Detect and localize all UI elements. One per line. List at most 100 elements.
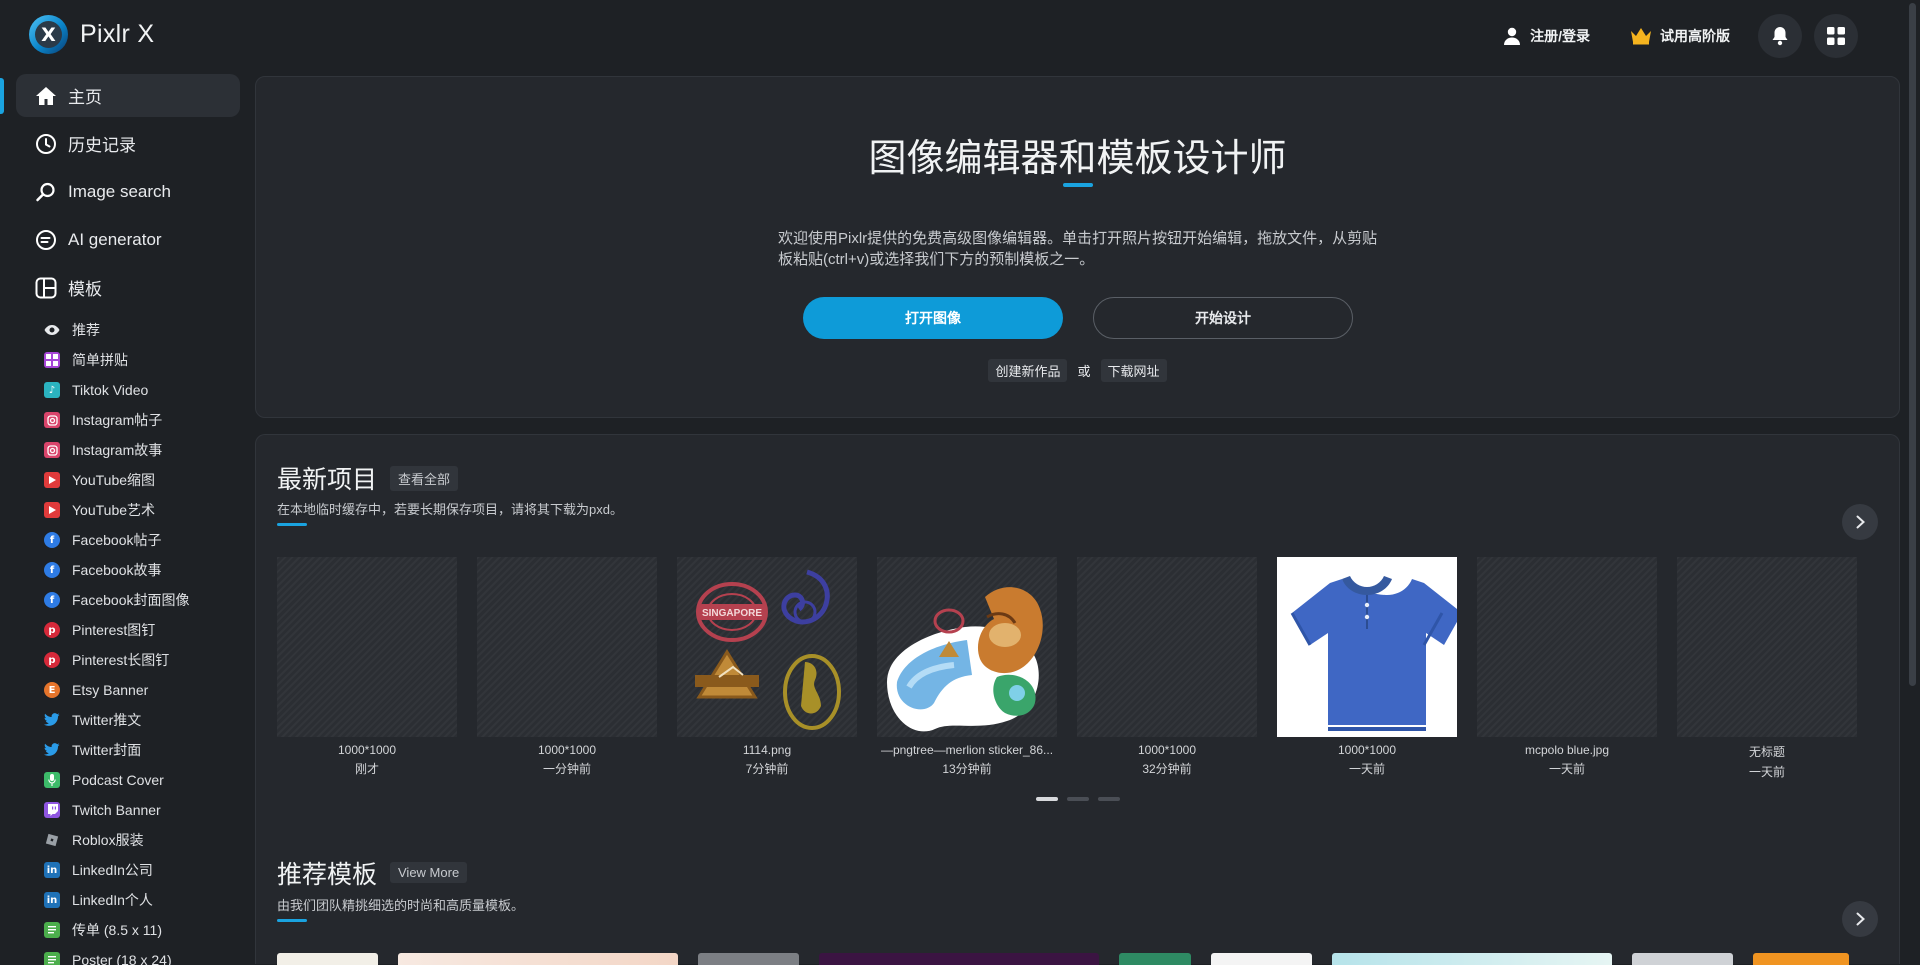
project-name: 1114.png [742,743,792,757]
template-item-twitch-banner[interactable]: Twitch Banner [44,795,244,825]
template-item-linkedin-personal[interactable]: in LinkedIn个人 [44,885,244,915]
template-item-pinterest-pin[interactable]: p Pinterest图钉 [44,615,244,645]
sidebar-item-label: Image search [68,181,171,201]
project-card[interactable]: 无标题 一天前 [1677,557,1857,780]
template-card[interactable] [1753,953,1849,965]
open-image-button[interactable]: 打开图像 [803,297,1063,339]
login-label: 注册/登录 [1530,28,1590,44]
carousel-dot[interactable] [1067,797,1089,801]
template-item-instagram-story[interactable]: Instagram故事 [44,435,244,465]
download-url-link[interactable]: 下载网址 [1100,359,1167,382]
project-thumbnail [1677,557,1857,737]
sidebar-item-home[interactable]: 主页 [16,74,240,117]
app-logo[interactable]: X Pixlr X [29,15,154,54]
login-button[interactable]: 注册/登录 [1502,26,1590,46]
hero-links: 创建新作品 或 下载网址 [256,359,1899,382]
project-time: 一天前 [1548,762,1585,776]
view-all-button[interactable]: 查看全部 [390,466,459,491]
carousel-dot[interactable] [1036,797,1058,801]
bell-icon [1772,27,1788,46]
recent-title-underline [277,523,307,526]
template-item-youtube-thumbnail[interactable]: YouTube缩图 [44,465,244,495]
instagram-icon [44,412,60,428]
scrollbar-thumb[interactable] [1909,3,1916,686]
template-item-label: YouTube艺术 [72,502,156,518]
template-item-label: Podcast Cover [72,772,164,788]
template-item-roblox-clothing[interactable]: Roblox服装 [44,825,244,855]
template-card[interactable] [1211,953,1312,965]
project-time: 一分钟前 [542,762,591,776]
template-card[interactable] [1332,953,1612,965]
recent-next-button[interactable] [1842,504,1878,540]
notifications-button[interactable] [1758,14,1802,58]
template-thumbnails [277,953,1849,965]
template-item-label: LinkedIn公司 [72,862,153,878]
template-item-label: Pinterest长图钉 [72,652,170,668]
sidebar-item-image-search[interactable]: Image search [16,170,240,213]
project-card[interactable]: SINGAPORE 1114.png 7分钟前 [677,557,857,780]
template-card[interactable] [698,953,799,965]
sidebar-item-ai-generator[interactable]: AI generator [16,218,240,261]
premium-button[interactable]: 试用高阶版 [1630,26,1730,46]
instagram-icon [44,442,60,458]
page-scrollbar[interactable] [1902,0,1920,965]
template-item-twitter-post[interactable]: Twitter推文 [44,705,244,735]
project-card[interactable]: —pngtree—merlion sticker_86... 13分钟前 [877,557,1057,780]
template-item-label: Twitter封面 [72,742,142,758]
template-item-poster[interactable]: Poster (18 x 24) [44,945,244,965]
project-card[interactable]: 1000*1000 一天前 [1277,557,1457,780]
project-time: 一天前 [1748,765,1785,779]
view-more-button[interactable]: View More [390,862,468,883]
templates-next-button[interactable] [1842,901,1878,937]
project-card[interactable]: mcpolo blue.jpg 一天前 [1477,557,1657,780]
template-card[interactable] [1632,953,1733,965]
template-item-flyer[interactable]: 传单 (8.5 x 11) [44,915,244,945]
svg-text:SINGAPORE: SINGAPORE [702,608,762,619]
or-text: 或 [1077,364,1091,379]
carousel-dot[interactable] [1098,797,1120,801]
template-item-pinterest-long-pin[interactable]: p Pinterest长图钉 [44,645,244,675]
template-card[interactable] [1119,953,1191,965]
template-card[interactable] [819,953,1099,965]
youtube-icon [44,472,60,488]
template-item-linkedin-company[interactable]: in LinkedIn公司 [44,855,244,885]
project-time: 7分钟前 [745,762,789,776]
linkedin-icon: in [44,892,60,908]
template-item-facebook-story[interactable]: f Facebook故事 [44,555,244,585]
template-item-tiktok[interactable]: ♪ Tiktok Video [44,375,244,405]
roblox-icon [44,832,60,848]
template-category-list: 推荐 简单拼贴 ♪ Tiktok Video Instagram帖子 Insta… [44,315,244,965]
sidebar-item-label: 历史记录 [68,136,136,155]
start-design-button[interactable]: 开始设计 [1093,297,1353,339]
ai-generator-icon [34,228,58,252]
template-item-instagram-post[interactable]: Instagram帖子 [44,405,244,435]
template-item-label: Pinterest图钉 [72,622,156,638]
collage-icon [44,352,60,368]
template-item-twitter-header[interactable]: Twitter封面 [44,735,244,765]
template-card[interactable] [277,953,378,965]
sidebar-item-templates[interactable]: 模板 [16,266,240,309]
create-new-link[interactable]: 创建新作品 [988,359,1068,382]
sidebar-item-history[interactable]: 历史记录 [16,122,240,165]
template-item-collage[interactable]: 简单拼贴 [44,345,244,375]
project-card[interactable]: 1000*1000 32分钟前 [1077,557,1257,780]
youtube-icon [44,502,60,518]
template-item-facebook-cover[interactable]: f Facebook封面图像 [44,585,244,615]
template-item-facebook-post[interactable]: f Facebook帖子 [44,525,244,555]
template-item-podcast-cover[interactable]: Podcast Cover [44,765,244,795]
pinterest-icon: p [44,622,60,638]
project-time: 一天前 [1348,762,1385,776]
template-item-recommended[interactable]: 推荐 [44,315,244,345]
user-icon [1504,27,1521,45]
template-item-etsy-banner[interactable]: E Etsy Banner [44,675,244,705]
recent-projects-panel: 最新项目 查看全部 在本地临时缓存中，若要长期保存项目，请将其下载为pxd。 1… [255,434,1900,965]
project-card[interactable]: 1000*1000 一分钟前 [477,557,657,780]
project-card[interactable]: 1000*1000 刚才 [277,557,457,780]
recent-thumbnails: 1000*1000 刚才 1000*1000 一分钟前 SINGAPORE 11… [277,557,1857,780]
apps-menu-button[interactable] [1814,14,1858,58]
project-thumbnail-shirt [1277,557,1457,737]
project-name: mcpolo blue.jpg [1524,743,1610,757]
template-item-youtube-art[interactable]: YouTube艺术 [44,495,244,525]
template-card[interactable] [398,953,678,965]
project-thumbnail [277,557,457,737]
